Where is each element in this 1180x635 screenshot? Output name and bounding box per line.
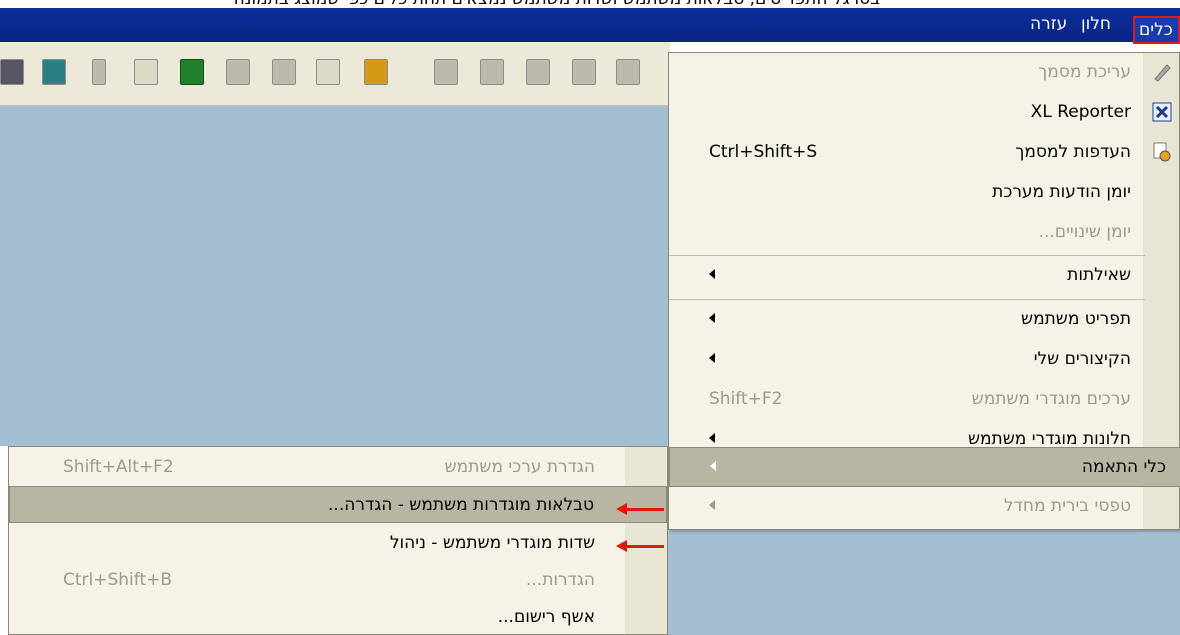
submenu-arrow-icon xyxy=(709,500,715,510)
tools-item-system-messages-log[interactable]: יומן הודעות מערכת xyxy=(669,173,1145,213)
menu-help-label: עזרה xyxy=(1030,14,1068,34)
tools-item-xl-reporter[interactable]: XL Reporter xyxy=(669,93,1145,133)
submenu-item-settings: הגדרות... Ctrl+Shift+B xyxy=(9,562,625,599)
phone-icon[interactable] xyxy=(92,59,106,85)
shortcut-text: Ctrl+Shift+B xyxy=(63,570,173,590)
lock-icon[interactable] xyxy=(364,59,388,85)
submenu-arrow-icon xyxy=(709,313,715,323)
binoculars-icon[interactable] xyxy=(434,59,458,85)
submenu-item-label: אשף רישום... xyxy=(497,607,595,627)
shortcut-text: Ctrl+Shift+S xyxy=(709,142,818,162)
tools-item-default-forms: טפסי בירית מחדל xyxy=(669,487,1145,527)
tools-item-customization-tools[interactable]: כלי התאמה xyxy=(669,447,1180,487)
tools-item-label: עריכת מסמך xyxy=(1038,62,1131,82)
settings-gear-icon xyxy=(1153,142,1171,162)
tools-item-my-shortcuts[interactable]: הקיצורים שלי xyxy=(669,340,1145,380)
annotation-arrow-icon xyxy=(616,540,664,552)
tools-item-user-defined-values: ערכים מוגדרי משתמש Shift+F2 xyxy=(669,380,1145,420)
tools-item-change-log: יומן שינויים... xyxy=(669,213,1145,253)
excel-icon[interactable] xyxy=(180,59,204,85)
submenu-item-label: הגדרת ערכי משתמש xyxy=(444,457,595,477)
submenu-item-user-defined-tables[interactable]: טבלאות מוגדרות משתמש - הגדרה... xyxy=(9,486,667,523)
tools-item-label: העדפות למסמך xyxy=(1015,142,1131,162)
tools-item-label: חלונות מוגדרי משתמש xyxy=(967,429,1131,449)
menu-window[interactable]: חלון xyxy=(1081,14,1111,34)
print-icon[interactable] xyxy=(0,59,24,85)
menu-tools-label: כלים xyxy=(1139,20,1173,40)
tools-menu: עריכת מסמך XL Reporter העדפות למסמך Ctrl… xyxy=(668,52,1180,530)
first-record-icon[interactable] xyxy=(526,59,550,85)
submenu-arrow-icon xyxy=(709,269,715,279)
submenu-arrow-icon xyxy=(710,461,716,471)
navigate-icon[interactable] xyxy=(316,59,340,85)
submenu-item-registration-wizard[interactable]: אשף רישום... xyxy=(9,599,625,635)
menu-help[interactable]: עזרה xyxy=(1030,14,1067,34)
tools-item-label: ערכים מוגדרי משתמש xyxy=(971,389,1131,409)
caption-text: בסרגל התפריטים, טבלאות משתמש ושדות משתמש… xyxy=(0,0,1180,8)
tools-item-label: טפסי בירית מחדל xyxy=(1003,496,1131,516)
work-area xyxy=(0,106,670,446)
grid-icon[interactable] xyxy=(480,59,504,85)
transfer-icon[interactable] xyxy=(42,59,66,85)
prev-record-icon[interactable] xyxy=(572,59,596,85)
work-area-lower xyxy=(668,530,1180,635)
wizard-icon[interactable] xyxy=(272,59,296,85)
tools-item-label: יומן שינויים... xyxy=(1038,222,1131,242)
submenu-item-label: הגדרות... xyxy=(525,570,595,590)
submenu-item-label: שדות מוגדרי משתמש - ניהול xyxy=(389,533,595,553)
submenu-item-user-defined-fields[interactable]: שדות מוגדרי משתמש - ניהול xyxy=(9,525,625,562)
submenu-arrow-icon xyxy=(709,353,715,363)
submenu-item-user-values-setup: הגדרת ערכי משתמש Shift+Alt+F2 xyxy=(9,449,625,486)
tools-item-label: הקיצורים שלי xyxy=(1033,349,1131,369)
tools-item-queries[interactable]: שאילתות xyxy=(669,256,1145,296)
tools-item-label: XL Reporter xyxy=(1030,102,1131,122)
customization-submenu: הגדרת ערכי משתמש Shift+Alt+F2 טבלאות מוג… xyxy=(8,446,668,635)
menu-tools[interactable]: כלים xyxy=(1133,16,1180,44)
menu-bar: כלים חלון עזרה xyxy=(0,8,1180,44)
pencil-icon xyxy=(1154,64,1171,82)
submenu-item-label: טבלאות מוגדרות משתמש - הגדרה... xyxy=(328,495,594,515)
next-record-icon[interactable] xyxy=(616,59,640,85)
shortcut-text: Shift+F2 xyxy=(709,389,783,409)
shortcut-text: Shift+Alt+F2 xyxy=(63,457,174,477)
tools-item-label: שאילתות xyxy=(1067,265,1131,285)
tools-item-document-preferences[interactable]: העדפות למסמך Ctrl+Shift+S xyxy=(669,133,1145,173)
tools-item-label: תפריט משתמש xyxy=(1021,309,1131,329)
annotation-arrow-icon xyxy=(616,503,664,515)
tools-item-label: כלי התאמה xyxy=(1081,457,1166,477)
tools-item-edit-document: עריכת מסמך xyxy=(669,53,1145,93)
fax-icon[interactable] xyxy=(134,59,158,85)
word-icon[interactable] xyxy=(226,59,250,85)
xl-reporter-icon xyxy=(1152,102,1172,122)
menu-window-label: חלון xyxy=(1081,14,1112,34)
tools-item-label: יומן הודעות מערכת xyxy=(992,182,1131,202)
submenu-icon-column xyxy=(625,447,667,634)
toolbar xyxy=(0,42,670,106)
tools-item-user-menu[interactable]: תפריט משתמש xyxy=(669,300,1145,340)
submenu-arrow-icon xyxy=(709,433,715,443)
